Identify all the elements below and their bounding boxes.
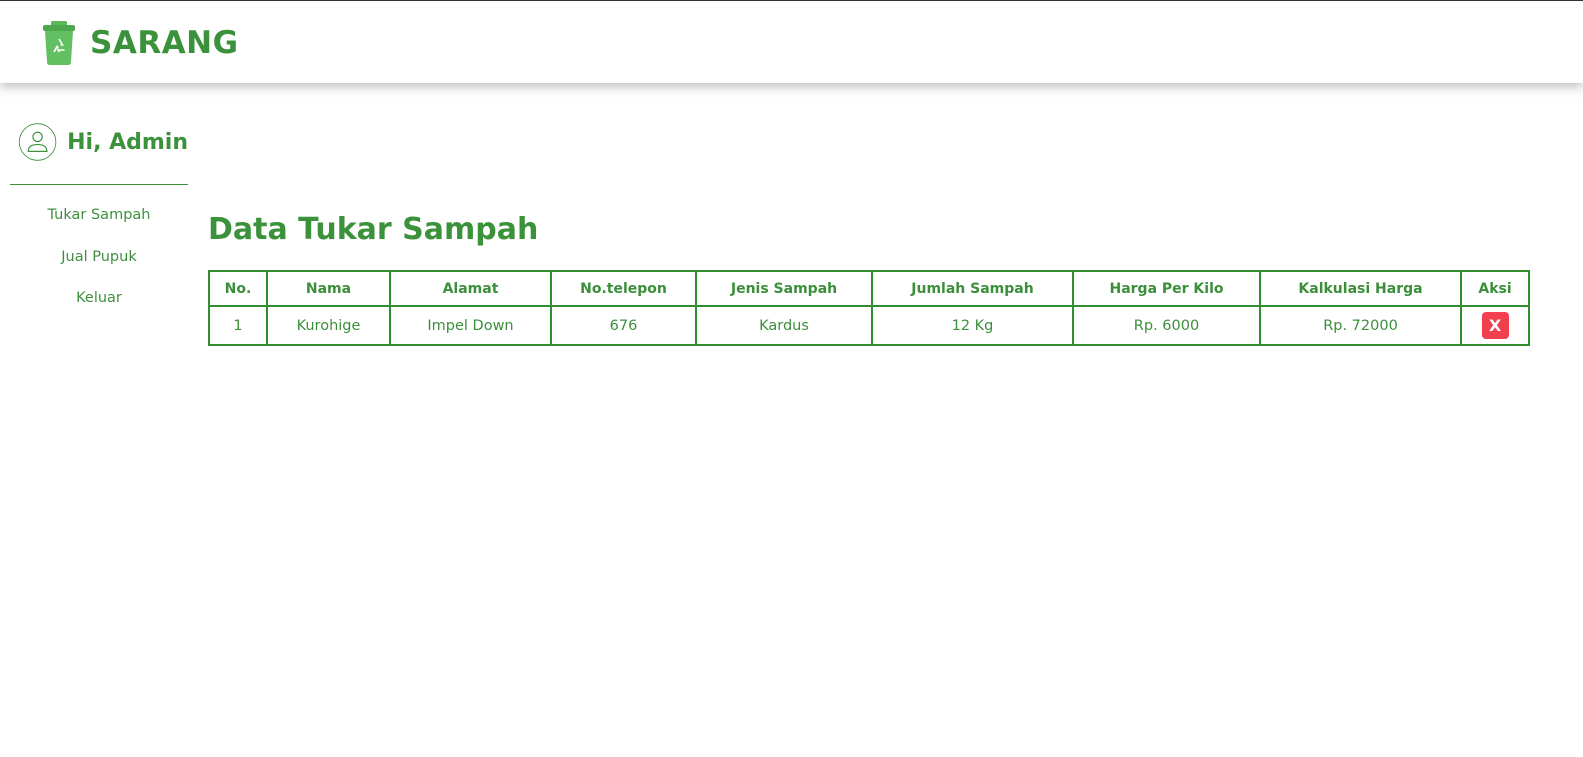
cell-aksi: X <box>1460 305 1530 346</box>
sidebar-item-jual-pupuk[interactable]: Jual Pupuk <box>10 247 188 289</box>
cell-harga-per-kilo: Rp. 6000 <box>1072 305 1261 346</box>
column-header-jenis-sampah: Jenis Sampah <box>695 270 873 307</box>
cell-jenis-sampah: Kardus <box>695 305 873 346</box>
column-header-telepon: No.telepon <box>550 270 697 307</box>
recycle-bin-icon <box>43 21 75 65</box>
top-navbar: SARANG <box>0 0 1583 83</box>
sidebar-nav: Tukar Sampah Jual Pupuk Keluar <box>10 205 188 330</box>
cell-telepon: 676 <box>550 305 697 346</box>
cell-alamat: Impel Down <box>389 305 552 346</box>
user-avatar-icon <box>18 123 57 161</box>
sidebar-item-keluar[interactable]: Keluar <box>10 288 188 330</box>
brand[interactable]: SARANG <box>42 21 239 65</box>
user-greeting: Hi, Admin <box>10 118 188 166</box>
column-header-kalkulasi-harga: Kalkulasi Harga <box>1259 270 1462 307</box>
column-header-harga-per-kilo: Harga Per Kilo <box>1072 270 1261 307</box>
column-header-aksi: Aksi <box>1460 270 1530 307</box>
cell-jumlah-sampah: 12 Kg <box>871 305 1074 346</box>
cell-no: 1 <box>208 305 268 346</box>
data-table: No. Nama Alamat No.telepon Jenis Sampah … <box>208 270 1530 346</box>
greeting-text: Hi, Admin <box>67 129 188 155</box>
brand-title: SARANG <box>90 24 239 61</box>
cell-kalkulasi-harga: Rp. 72000 <box>1259 305 1462 346</box>
page-title: Data Tukar Sampah <box>208 212 539 247</box>
delete-button[interactable]: X <box>1481 312 1509 339</box>
sidebar: Hi, Admin Tukar Sampah Jual Pupuk Keluar <box>10 118 188 330</box>
column-header-alamat: Alamat <box>389 270 552 307</box>
sidebar-divider <box>10 184 188 185</box>
column-header-jumlah-sampah: Jumlah Sampah <box>871 270 1074 307</box>
main-content: Data Tukar Sampah No. Nama Alamat No.tel… <box>208 208 1530 346</box>
table-row: 1 Kurohige Impel Down 676 Kardus 12 Kg R… <box>208 305 1530 346</box>
table-header-row: No. Nama Alamat No.telepon Jenis Sampah … <box>208 270 1530 307</box>
sidebar-item-tukar-sampah[interactable]: Tukar Sampah <box>10 205 188 247</box>
column-header-no: No. <box>208 270 268 307</box>
column-header-nama: Nama <box>266 270 391 307</box>
cell-nama: Kurohige <box>266 305 391 346</box>
